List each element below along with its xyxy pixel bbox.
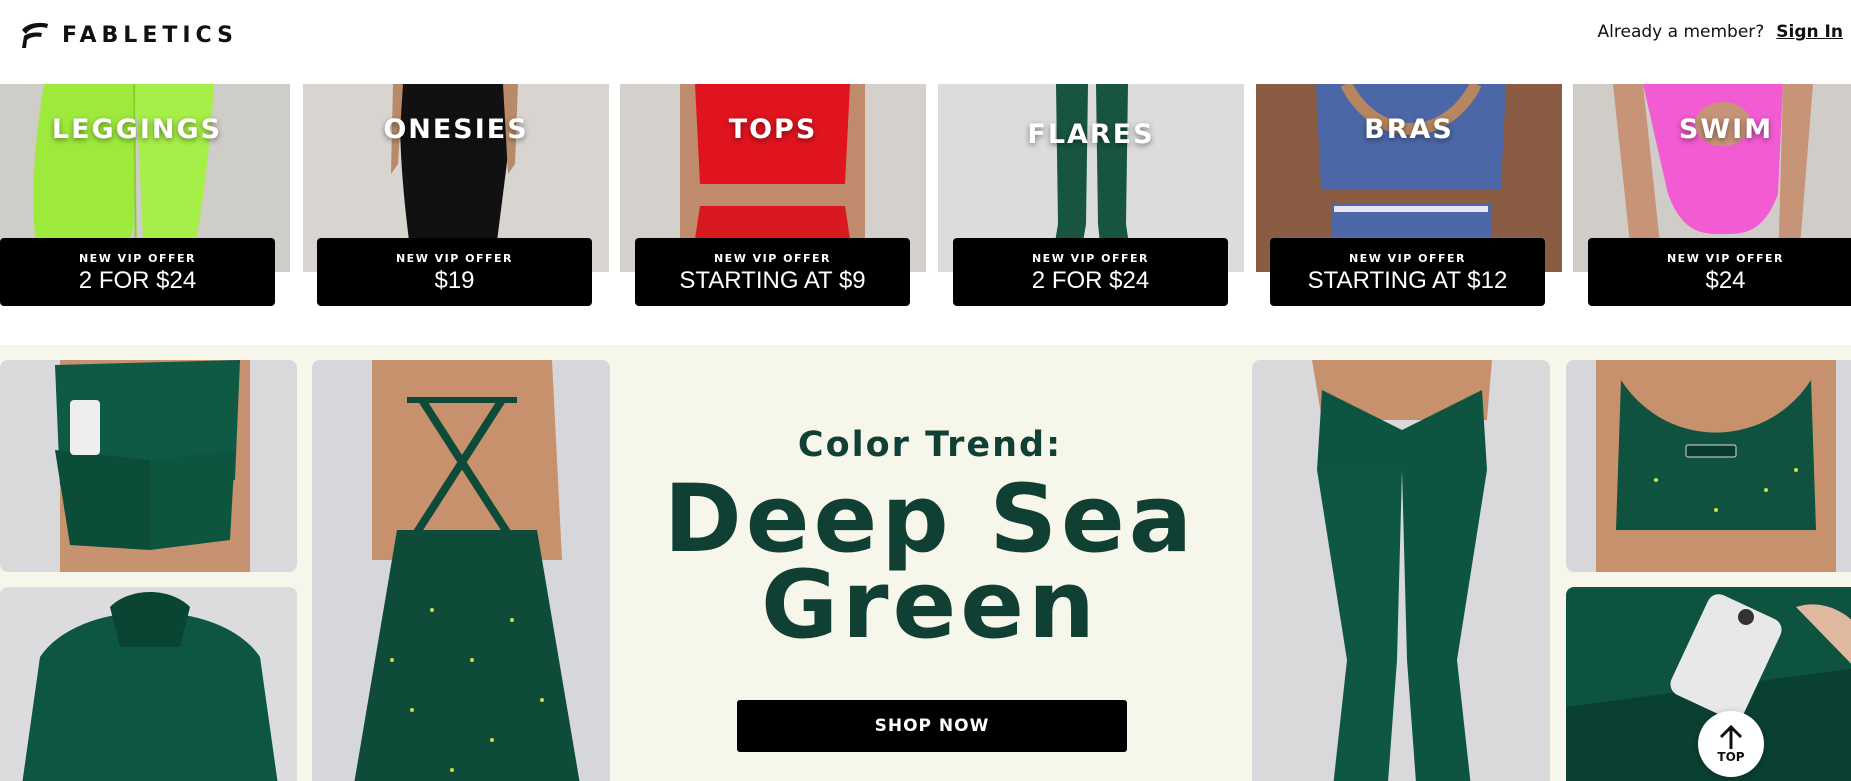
category-label: TOPS: [728, 114, 818, 145]
member-signin: Already a member? Sign In: [1598, 22, 1843, 42]
offer-kicker: NEW VIP OFFER: [78, 252, 197, 265]
category-label: BRAS: [1364, 114, 1454, 145]
offer-button[interactable]: NEW VIP OFFER $19: [317, 238, 592, 306]
offer-price: STARTING AT $12: [1307, 267, 1508, 294]
color-trend-feature: Color Trend: Deep Sea Green SHOP NOW: [0, 345, 1851, 781]
category-label: SWIM: [1678, 114, 1774, 145]
offer-button[interactable]: NEW VIP OFFER STARTING AT $12: [1270, 238, 1545, 306]
offer-price: 2 FOR $24: [1031, 267, 1150, 294]
dress-image: [312, 360, 610, 781]
product-tile-bra[interactable]: [1566, 360, 1851, 572]
headline-line-2: Green: [761, 551, 1099, 660]
product-tile-flares[interactable]: [1252, 360, 1550, 781]
arrow-up-icon: [1719, 724, 1743, 749]
shorts-image: [0, 360, 297, 572]
offer-price: 2 FOR $24: [78, 267, 197, 294]
offer-kicker: NEW VIP OFFER: [713, 252, 832, 265]
product-tile-hoodie[interactable]: [0, 587, 297, 781]
offer-kicker: NEW VIP OFFER: [1666, 252, 1785, 265]
category-strip: LEGGINGS ONESIES TOPS FLARES BRAS SWIM N…: [0, 84, 1851, 346]
back-to-top-button[interactable]: TOP: [1698, 711, 1764, 777]
trend-headline: Deep Sea Green: [610, 473, 1250, 660]
offer-kicker: NEW VIP OFFER: [395, 252, 514, 265]
offer-price: STARTING AT $9: [679, 267, 866, 294]
trend-kicker: Color Trend:: [797, 425, 1063, 465]
hoodie-image: [0, 587, 297, 781]
category-label: FLARES: [1027, 119, 1155, 150]
offer-button[interactable]: NEW VIP OFFER 2 FOR $24: [0, 238, 275, 306]
category-label: LEGGINGS: [51, 114, 223, 145]
headline-block: Color Trend: Deep Sea Green SHOP NOW: [610, 345, 1250, 781]
bra-image: [1566, 360, 1851, 572]
site-header: FABLETICS Already a member? Sign In: [0, 0, 1851, 84]
sign-in-link[interactable]: Sign In: [1776, 22, 1843, 42]
offer-button[interactable]: NEW VIP OFFER $24: [1588, 238, 1851, 306]
back-to-top-label: TOP: [1717, 750, 1745, 764]
flares-image: [1252, 360, 1550, 781]
category-label: ONESIES: [383, 114, 529, 145]
offer-price: $19: [434, 267, 475, 294]
logo[interactable]: FABLETICS: [20, 20, 238, 50]
product-tile-dress[interactable]: [312, 360, 610, 781]
offer-kicker: NEW VIP OFFER: [1031, 252, 1150, 265]
shop-now-button[interactable]: SHOP NOW: [737, 700, 1127, 752]
offer-button[interactable]: NEW VIP OFFER 2 FOR $24: [953, 238, 1228, 306]
offer-button[interactable]: NEW VIP OFFER STARTING AT $9: [635, 238, 910, 306]
offer-price: $24: [1705, 267, 1746, 294]
member-prompt: Already a member?: [1597, 22, 1765, 42]
fabletics-f-icon: [22, 22, 48, 48]
logo-text: FABLETICS: [62, 22, 238, 48]
product-tile-shorts[interactable]: [0, 360, 297, 572]
offer-kicker: NEW VIP OFFER: [1348, 252, 1467, 265]
